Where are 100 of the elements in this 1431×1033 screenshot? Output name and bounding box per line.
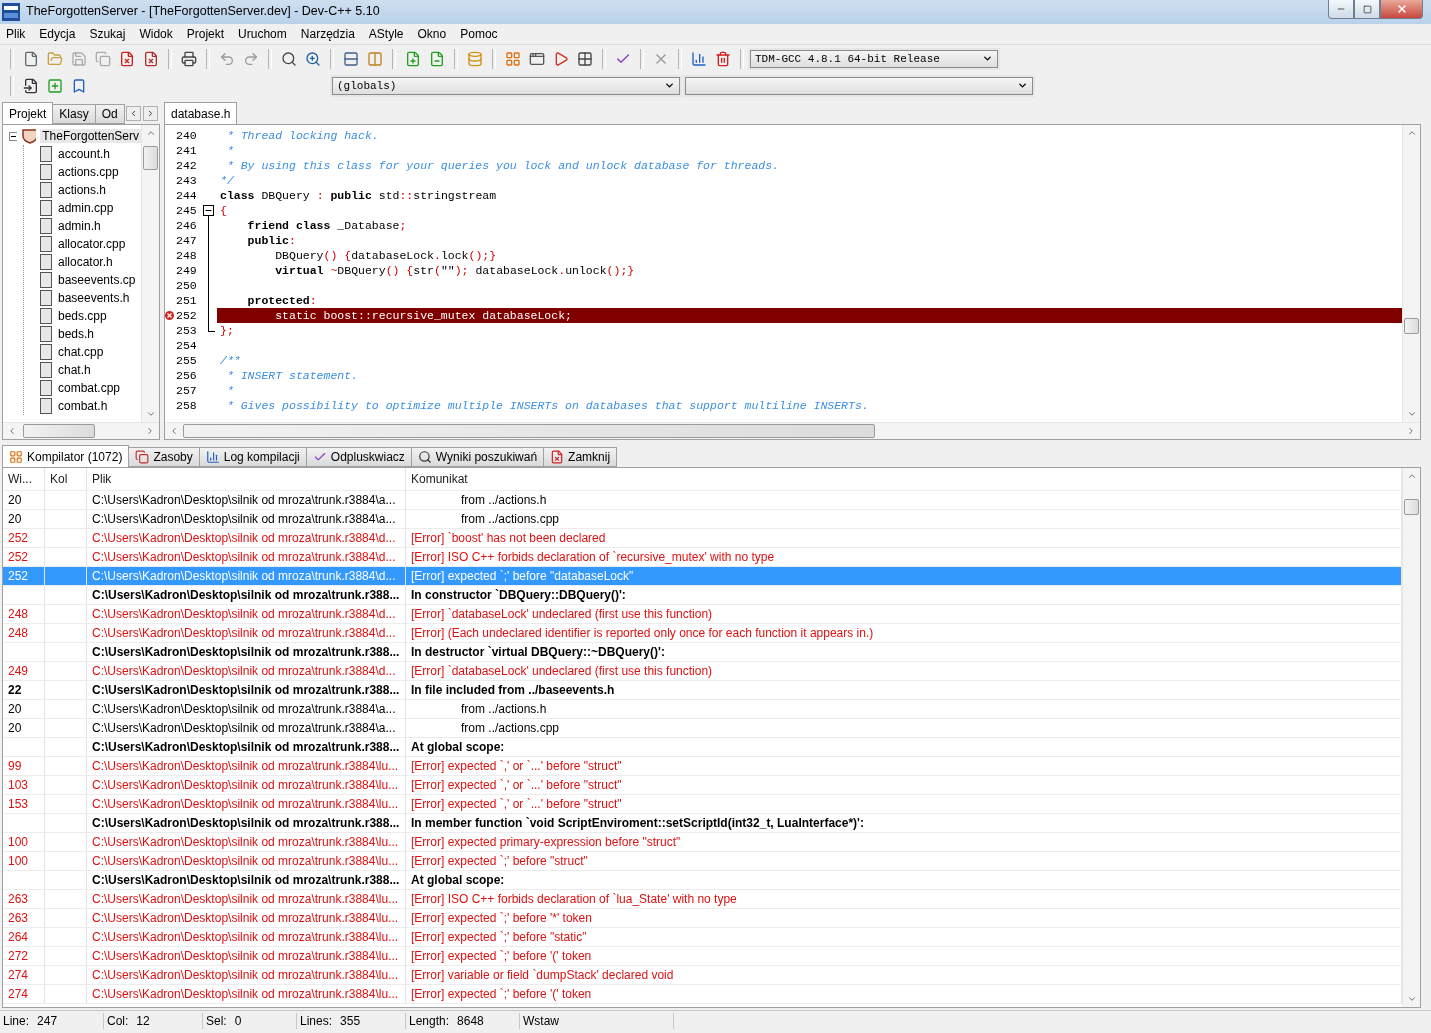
scrollbar-thumb[interactable] <box>143 146 158 170</box>
folder-icon[interactable] <box>47 50 63 67</box>
left-arrow-button[interactable] <box>125 106 141 121</box>
file-plus-icon[interactable] <box>405 50 421 67</box>
file-x-icon[interactable] <box>143 50 159 67</box>
tree-item[interactable]: combat.h <box>56 399 110 413</box>
menu-item[interactable]: Pomoc <box>460 26 498 42</box>
scope-select[interactable]: (globals) <box>332 76 680 95</box>
panel-tab[interactable]: Projekt <box>2 102 54 124</box>
collapse-icon[interactable] <box>203 205 214 216</box>
tree-item[interactable]: admin.h <box>56 219 103 233</box>
scrollbar-thumb[interactable] <box>23 424 95 438</box>
zoom-icon[interactable] <box>305 50 321 67</box>
save-icon[interactable] <box>71 50 87 67</box>
close-button[interactable] <box>1380 0 1423 19</box>
copy-icon[interactable] <box>135 450 150 464</box>
column-header[interactable]: Komunikat <box>411 472 468 486</box>
file-icon <box>40 218 52 234</box>
scrollbar-thumb[interactable] <box>1404 499 1419 515</box>
menu-item[interactable]: Szukaj <box>89 26 126 42</box>
bookmark-icon[interactable] <box>71 77 87 94</box>
table-cell: C:\Users\Kadron\Desktop\silnik od mroza\trunk.r3884\a... <box>92 512 396 526</box>
member-select[interactable] <box>685 76 1033 95</box>
grid-icon[interactable] <box>505 50 521 67</box>
editor-tab[interactable]: database.h <box>164 102 238 124</box>
right-arrow-button[interactable] <box>142 106 158 121</box>
column-header[interactable]: Plik <box>92 472 112 486</box>
menu-item[interactable]: AStyle <box>368 26 404 42</box>
search-icon[interactable] <box>281 50 297 67</box>
redo-icon[interactable] <box>243 50 259 67</box>
file-x-icon[interactable] <box>550 450 565 464</box>
status-value: 247 <box>37 1014 58 1028</box>
menu-item[interactable]: Narzędzia <box>300 26 355 42</box>
panel-tab[interactable]: Od <box>94 104 125 124</box>
tree-item[interactable]: beds.h <box>56 327 97 341</box>
tree-item[interactable]: allocator.h <box>56 255 115 269</box>
menu-item[interactable]: Edycja <box>39 26 76 42</box>
scrollbar-thumb[interactable] <box>1404 318 1419 334</box>
tree-item[interactable]: baseevents.h <box>56 291 132 305</box>
file-input-icon[interactable] <box>23 77 39 94</box>
play-icon[interactable] <box>553 50 569 67</box>
tree-item[interactable]: actions.cpp <box>56 165 121 179</box>
menu-item[interactable]: Plik <box>6 26 26 42</box>
panel-tab[interactable]: Klasy <box>52 104 96 124</box>
grid-icon[interactable] <box>577 50 593 67</box>
output-tab[interactable]: Zasoby <box>128 447 200 467</box>
scrollbar[interactable] <box>1402 125 1420 422</box>
output-tab[interactable]: Wyniki poszukiwań <box>410 447 545 467</box>
output-tab[interactable]: Kompilator (1072) <box>2 445 130 467</box>
menu-item[interactable]: Widok <box>139 26 173 42</box>
scrollbar-thumb[interactable] <box>183 424 875 438</box>
tree-item[interactable]: baseevents.cp <box>56 273 138 287</box>
tree-item[interactable]: chat.cpp <box>56 345 106 359</box>
table-cell: C:\Users\Kadron\Desktop\silnik od mroza\trunk.r3884\a... <box>92 721 396 735</box>
column-header[interactable]: Kol <box>50 472 68 486</box>
tree-item[interactable]: actions.h <box>56 183 109 197</box>
tree-item[interactable]: allocator.cpp <box>56 237 128 251</box>
tree-item[interactable]: admin.cpp <box>56 201 116 215</box>
output-tab[interactable]: Log kompilacji <box>198 447 307 467</box>
table-cell: C:\Users\Kadron\Desktop\silnik od mroza\trunk.r3884\a... <box>92 493 396 507</box>
output-tab[interactable]: Zamknij <box>543 447 618 467</box>
table-cell: [Error] expected `;' before "struct" <box>411 854 588 868</box>
compiler-select[interactable]: TDM-GCC 4.8.1 64-bit Release <box>750 49 998 68</box>
columns-icon[interactable] <box>367 50 383 67</box>
table-cell: In member function `void ScriptEnviroment::setScriptId(int32_t, LuaInterface*)': <box>411 816 864 830</box>
file-minus-icon[interactable] <box>429 50 445 67</box>
scrollbar[interactable] <box>141 125 159 422</box>
plus-square-icon[interactable] <box>47 77 63 94</box>
menu-item[interactable]: Okno <box>417 26 447 42</box>
output-tab[interactable]: Odpluskwiacz <box>305 447 412 467</box>
rows-icon[interactable] <box>343 50 359 67</box>
minimize-button[interactable] <box>1328 0 1354 19</box>
collapse-icon[interactable] <box>9 131 17 141</box>
window-icon[interactable] <box>529 50 545 67</box>
status-value: 8648 <box>457 1014 484 1028</box>
database-icon[interactable] <box>467 50 483 67</box>
column-header[interactable]: Wi... <box>8 472 32 486</box>
table-cell: 263 <box>8 911 29 925</box>
check-icon[interactable] <box>312 450 327 464</box>
menu-item[interactable]: Uruchom <box>238 26 287 42</box>
maximize-button[interactable] <box>1354 0 1380 19</box>
tree-item[interactable]: TheForgottenServ <box>40 129 141 143</box>
scrollbar[interactable] <box>165 422 1420 439</box>
copy-icon[interactable] <box>95 50 111 67</box>
print-icon[interactable] <box>181 50 197 67</box>
scrollbar[interactable] <box>3 422 159 439</box>
scrollbar[interactable] <box>1402 468 1420 1007</box>
bar-chart-icon[interactable] <box>205 450 220 464</box>
tree-item[interactable]: combat.cpp <box>56 381 123 395</box>
trash-icon[interactable] <box>715 50 731 67</box>
bar-chart-icon[interactable] <box>691 50 707 67</box>
tree-item[interactable]: chat.h <box>56 363 93 377</box>
menu-item[interactable]: Projekt <box>186 26 225 42</box>
page-icon[interactable] <box>23 50 39 67</box>
undo-icon[interactable] <box>219 50 235 67</box>
tree-item[interactable]: account.h <box>56 147 113 161</box>
maximize-icon <box>1362 4 1372 14</box>
tree-item[interactable]: beds.cpp <box>56 309 109 323</box>
search-icon[interactable] <box>417 450 432 464</box>
file-x-icon[interactable] <box>119 50 135 67</box>
